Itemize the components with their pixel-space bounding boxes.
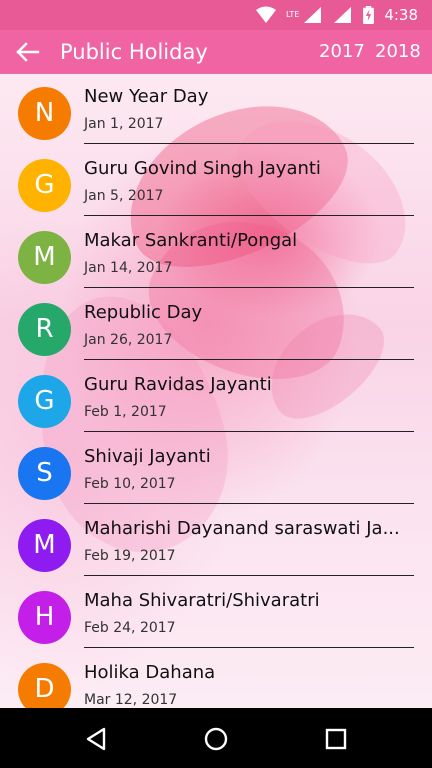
holiday-list-item[interactable]: D Holika Dahana Mar 12, 2017 (0, 650, 432, 708)
signal-icon (304, 7, 322, 23)
year-2018-button[interactable]: 2018 (375, 41, 421, 63)
divider (84, 359, 414, 360)
holiday-name: New Year Day (84, 86, 209, 107)
holiday-list-item[interactable]: G Guru Ravidas Jayanti Feb 1, 2017 (0, 362, 432, 434)
status-bar: LTE 4:38 (0, 0, 432, 30)
holiday-name: Maharishi Dayanand saraswati Ja... (84, 518, 400, 539)
holiday-date: Jan 1, 2017 (84, 116, 164, 132)
back-arrow-icon[interactable] (12, 38, 44, 66)
nav-back-icon[interactable] (82, 724, 112, 754)
holiday-list-item[interactable]: M Maharishi Dayanand saraswati Ja... Feb… (0, 506, 432, 578)
holiday-list: N New Year Day Jan 1, 2017 G Guru Govind… (0, 74, 432, 708)
holiday-avatar: M (18, 519, 71, 572)
holiday-name: Guru Govind Singh Jayanti (84, 158, 321, 179)
divider (84, 287, 414, 288)
holiday-date: Feb 24, 2017 (84, 620, 176, 636)
divider (84, 431, 414, 432)
divider (84, 575, 414, 576)
divider (84, 143, 414, 144)
navigation-bar (0, 708, 432, 768)
holiday-avatar: G (18, 375, 71, 428)
holiday-date: Feb 10, 2017 (84, 476, 176, 492)
holiday-avatar: N (18, 87, 71, 140)
signal-2-icon (334, 7, 352, 23)
wifi-icon (256, 6, 277, 23)
divider (84, 647, 414, 648)
holiday-avatar: G (18, 159, 71, 212)
holiday-name: Shivaji Jayanti (84, 446, 211, 467)
holiday-name: Republic Day (84, 302, 203, 323)
holiday-list-item[interactable]: H Maha Shivaratri/Shivaratri Feb 24, 201… (0, 578, 432, 650)
holiday-name: Holika Dahana (84, 662, 216, 683)
holiday-avatar: D (18, 663, 71, 708)
holiday-list-item[interactable]: M Makar Sankranti/Pongal Jan 14, 2017 (0, 218, 432, 290)
holiday-avatar: M (18, 231, 71, 284)
divider (84, 215, 414, 216)
holiday-date: Mar 12, 2017 (84, 692, 178, 708)
holiday-name: Maha Shivaratri/Shivaratri (84, 590, 320, 611)
nav-recents-icon[interactable] (321, 724, 351, 754)
holiday-date: Feb 19, 2017 (84, 548, 176, 564)
holiday-date: Jan 14, 2017 (84, 260, 173, 276)
divider (84, 503, 414, 504)
holiday-name: Guru Ravidas Jayanti (84, 374, 272, 395)
holiday-date: Jan 5, 2017 (84, 188, 164, 204)
holiday-date: Feb 1, 2017 (84, 404, 167, 420)
holiday-date: Jan 26, 2017 (84, 332, 173, 348)
status-time: 4:38 (384, 6, 418, 24)
nav-home-icon[interactable] (201, 724, 231, 754)
lte-label: LTE (286, 10, 300, 19)
holiday-name: Makar Sankranti/Pongal (84, 230, 298, 251)
app-bar: Public Holiday 2017 2018 (0, 30, 432, 74)
battery-charging-icon (363, 6, 375, 24)
page-title: Public Holiday (60, 40, 208, 64)
holiday-list-container[interactable]: N New Year Day Jan 1, 2017 G Guru Govind… (0, 74, 432, 708)
year-2017-button[interactable]: 2017 (319, 41, 365, 63)
holiday-list-item[interactable]: G Guru Govind Singh Jayanti Jan 5, 2017 (0, 146, 432, 218)
holiday-list-item[interactable]: S Shivaji Jayanti Feb 10, 2017 (0, 434, 432, 506)
holiday-avatar: S (18, 447, 71, 500)
holiday-avatar: H (18, 591, 71, 644)
holiday-list-item[interactable]: N New Year Day Jan 1, 2017 (0, 74, 432, 146)
holiday-list-item[interactable]: R Republic Day Jan 26, 2017 (0, 290, 432, 362)
holiday-avatar: R (18, 303, 71, 356)
